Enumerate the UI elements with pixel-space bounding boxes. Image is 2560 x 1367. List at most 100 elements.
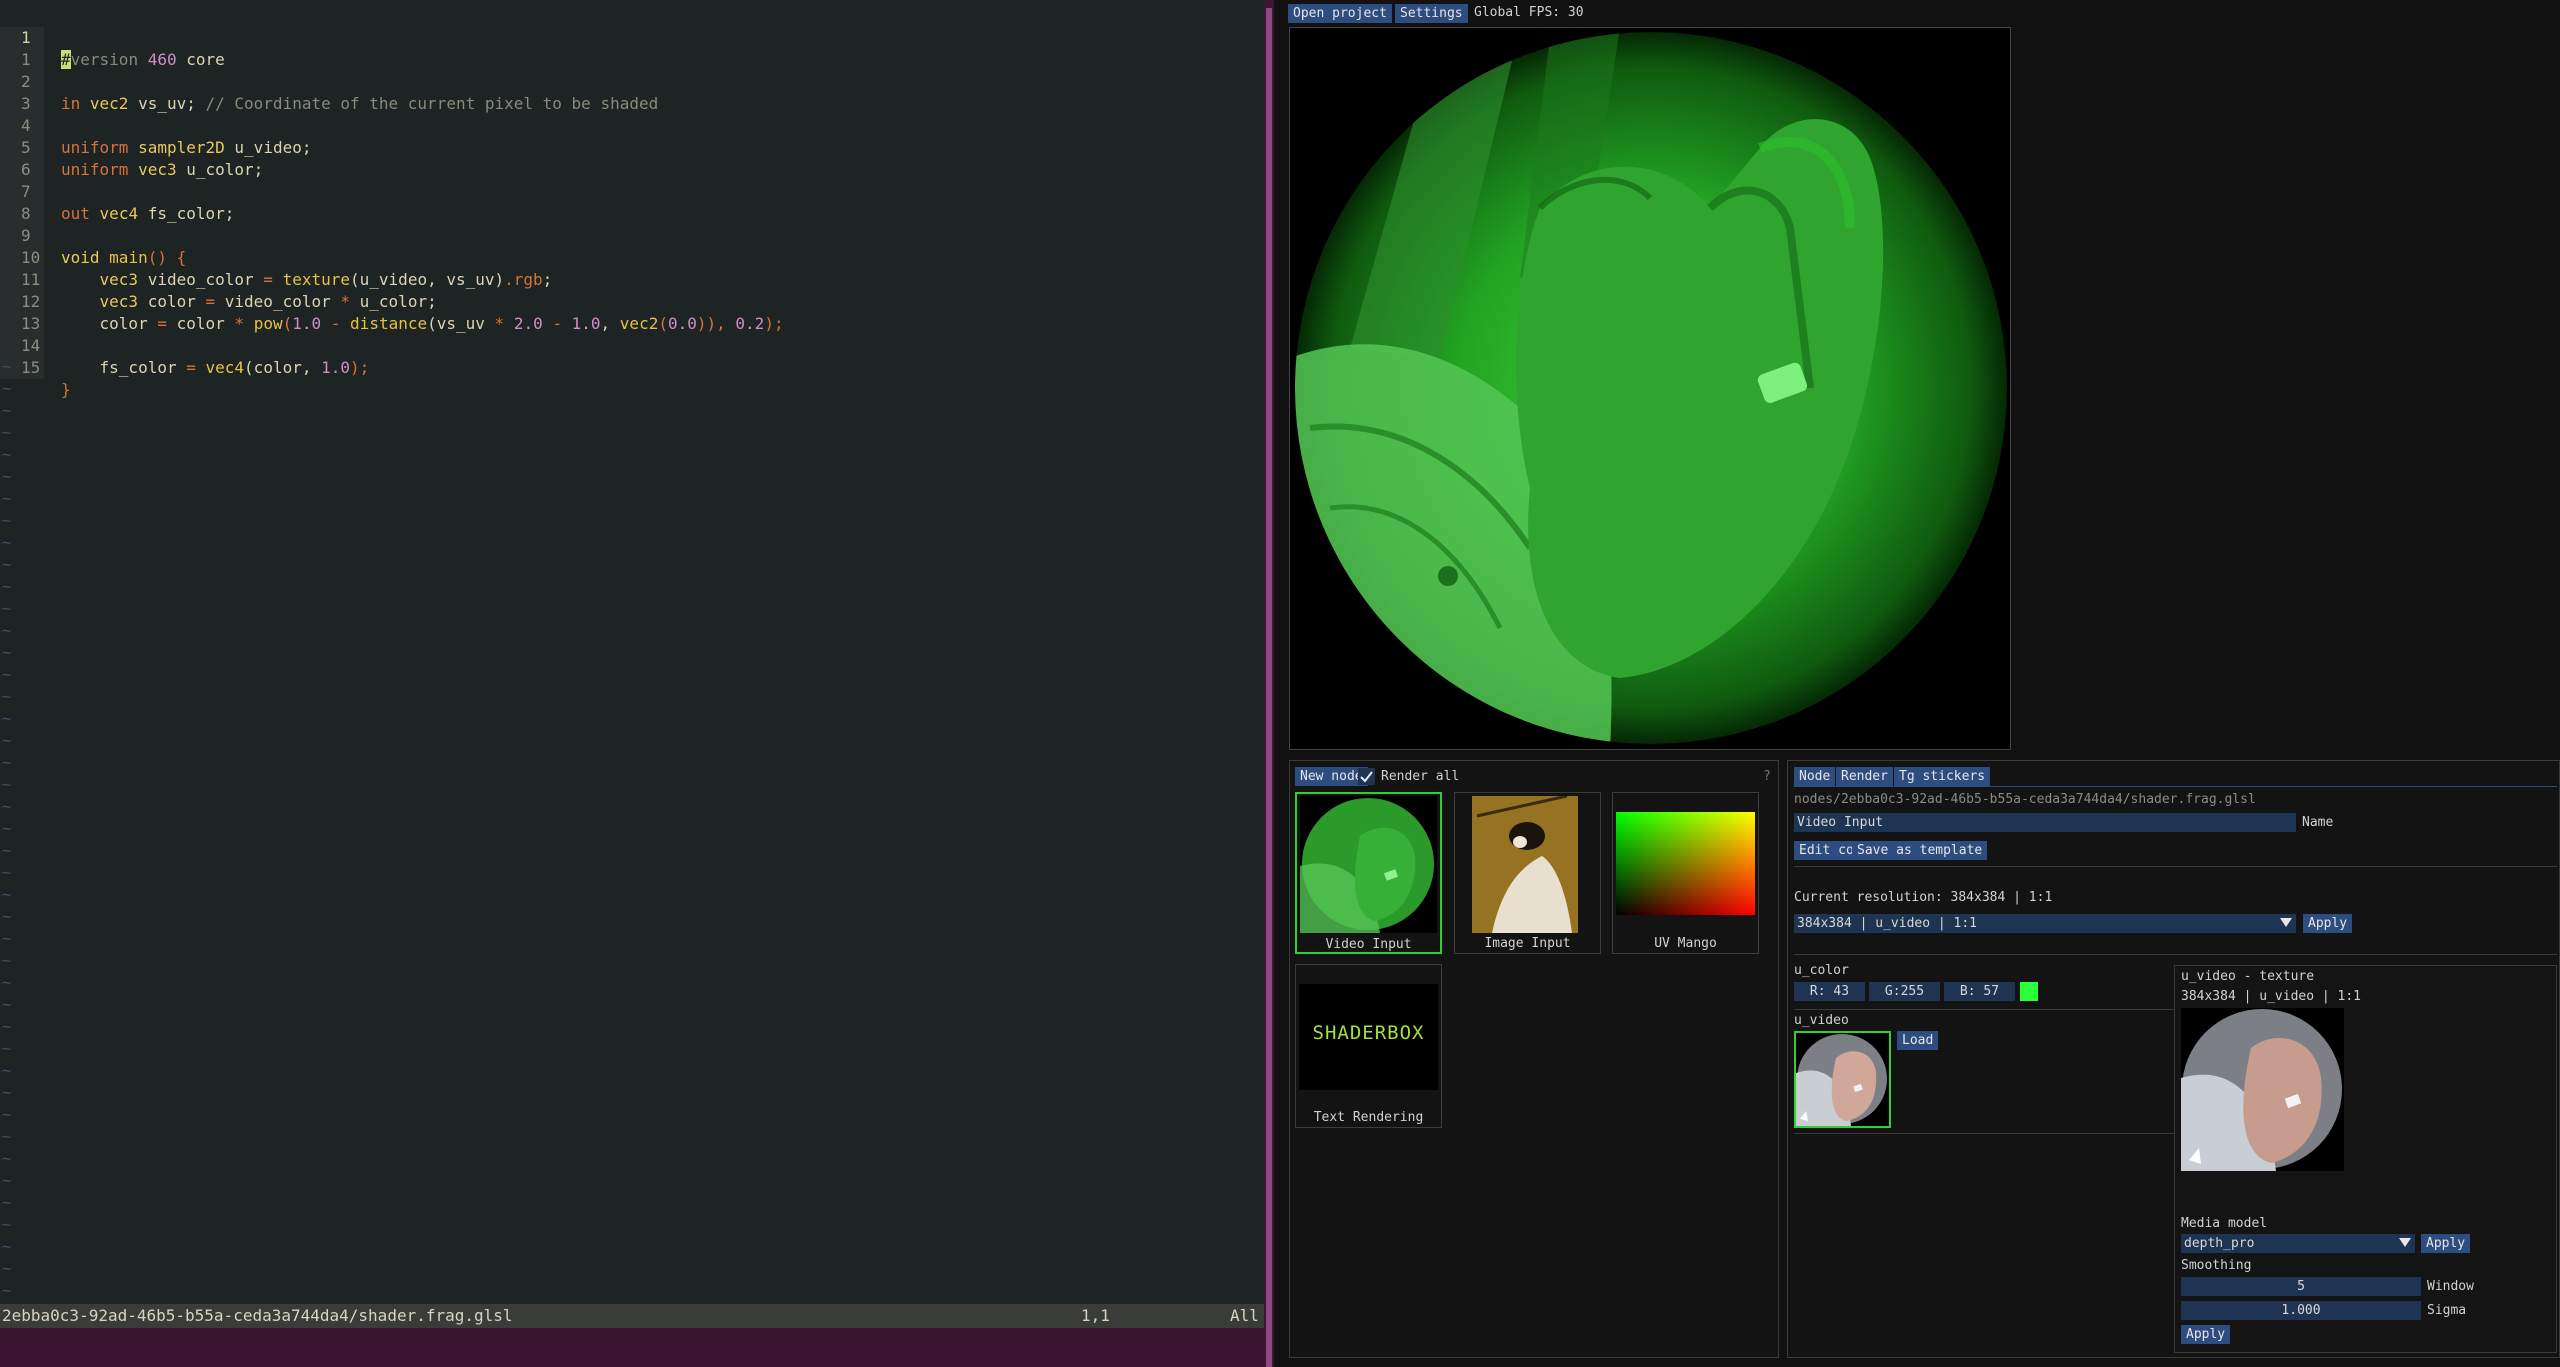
code-line: 4 uniform sampler2D u_video; (0, 93, 1264, 157)
code-line: 15 } (0, 335, 1264, 399)
tab-render[interactable]: Render (1836, 767, 1893, 786)
name-input[interactable]: Video Input (1794, 813, 2296, 832)
render-preview[interactable] (1289, 27, 2011, 750)
empty-line-tilde: ~ (2, 731, 12, 750)
empty-line-tilde: ~ (2, 1149, 12, 1168)
color-swatch[interactable] (2020, 982, 2038, 1001)
texture-preview (2181, 1008, 2344, 1171)
empty-line-tilde: ~ (2, 951, 12, 970)
splitter-handle[interactable] (1266, 8, 1272, 1367)
code-area[interactable]: 1 #version 460 core 1 2 in vec2 vs_uv; /… (0, 5, 1264, 399)
media-model-apply-button[interactable]: Apply (2421, 1234, 2471, 1253)
texture-panel-title: u_video - texture (2181, 969, 2315, 984)
node-thumbnail: SHADERBOX (1299, 984, 1438, 1090)
video-thumbnail-image (1796, 1034, 1887, 1126)
media-model-select[interactable]: depth_pro (2181, 1234, 2415, 1253)
status-cursor-position: 1,1 (1081, 1306, 1110, 1325)
shaderbox-logo-text: SHADERBOX (1312, 1022, 1425, 1044)
empty-line-tilde: ~ (2, 643, 12, 662)
empty-line-tilde: ~ (2, 555, 12, 574)
help-icon[interactable]: ? (1763, 769, 1771, 784)
window-splitter[interactable] (1264, 0, 1274, 1367)
empty-line-tilde: ~ (2, 577, 12, 596)
name-label: Name (2302, 815, 2334, 830)
node-tile-image-input[interactable]: Image Input (1454, 792, 1601, 954)
resolution-select[interactable]: 384x384 | u_video | 1:1 (1794, 914, 2296, 933)
code-line: 9 void main() { (0, 203, 1264, 267)
node-tile-text-rendering[interactable]: SHADERBOX Text Rendering (1295, 964, 1442, 1128)
node-caption: Text Rendering (1313, 1110, 1424, 1125)
node-thumbnail (1616, 812, 1755, 915)
empty-line-tilde: ~ (2, 907, 12, 926)
sigma-label: Sigma (2427, 1303, 2467, 1318)
empty-line-tilde: ~ (2, 621, 12, 640)
code-line: 11 vec3 color = video_color * u_color; (0, 247, 1264, 311)
color-r-field[interactable]: R: 43 (1794, 982, 1865, 1001)
tab-tg-stickers[interactable]: Tg stickers (1894, 767, 1991, 786)
shaderbox-app: Open project Settings Global FPS: 30 New… (1274, 0, 2560, 1367)
empty-line-tilde: ~ (2, 379, 12, 398)
node-path: nodes/2ebba0c3-92ad-46b5-b55a-ceda3a744d… (1794, 792, 2256, 807)
texture-info: 384x384 | u_video | 1:1 (2181, 989, 2362, 1004)
empty-line-tilde: ~ (2, 775, 12, 794)
render-all-checkbox[interactable] (1358, 768, 1375, 785)
settings-button[interactable]: Settings (1395, 4, 1468, 23)
empty-line-tilde: ~ (2, 357, 12, 376)
tab-node[interactable]: Node (1794, 767, 1836, 786)
command-line[interactable] (0, 1328, 1264, 1367)
empty-line-tilde: ~ (2, 709, 12, 728)
code-editor[interactable]: 1 #version 460 core 1 2 in vec2 vs_uv; /… (0, 0, 1264, 1367)
empty-line-tilde: ~ (2, 533, 12, 552)
texture-panel: u_video - texture 384x384 | u_video | 1:… (2174, 965, 2557, 1353)
separator (1794, 954, 2557, 955)
resolution-apply-button[interactable]: Apply (2303, 914, 2353, 933)
status-filename: 2ebba0c3-92ad-46b5-b55a-ceda3a744da4/sha… (2, 1306, 513, 1325)
checkmark-icon (1360, 771, 1373, 783)
u-video-label: u_video (1794, 1013, 1849, 1028)
global-fps: Global FPS: 30 (1474, 5, 1584, 20)
empty-line-tilde: ~ (2, 1105, 12, 1124)
node-tile-uv-mango[interactable]: UV Mango (1612, 792, 1759, 954)
code-line: 8 (0, 181, 1264, 225)
load-button[interactable]: Load (1897, 1031, 1939, 1050)
sigma-input[interactable]: 1.000 (2181, 1301, 2421, 1320)
code-line: 2 in vec2 vs_uv; // Coordinate of the cu… (0, 49, 1264, 113)
inspector-panel: Node Render Tg stickers nodes/2ebba0c3-9… (1787, 760, 2560, 1358)
empty-line-tilde: ~ (2, 1017, 12, 1036)
smoothing-apply-button[interactable]: Apply (2181, 1325, 2231, 1344)
empty-line-tilde: ~ (2, 797, 12, 816)
u-color-label: u_color (1794, 963, 1849, 978)
color-b-field[interactable]: B: 57 (1944, 982, 2015, 1001)
render-all-label: Render all (1381, 769, 1460, 784)
smoothing-label: Smoothing (2181, 1258, 2252, 1273)
empty-line-tilde: ~ (2, 1259, 12, 1278)
node-caption: UV Mango (1654, 936, 1717, 951)
empty-line-tilde: ~ (2, 753, 12, 772)
status-bar: 2ebba0c3-92ad-46b5-b55a-ceda3a744da4/sha… (0, 1304, 1264, 1328)
empty-line-tilde: ~ (2, 863, 12, 882)
nodes-panel: New node Render all ? Video Input Image … (1289, 760, 1779, 1358)
status-scroll: All (1230, 1306, 1259, 1325)
u-video-thumbnail[interactable] (1794, 1031, 1891, 1128)
empty-line-tilde: ~ (2, 1171, 12, 1190)
empty-line-tilde: ~ (2, 885, 12, 904)
texture-image (2181, 1009, 2342, 1171)
code-line: 3 (0, 71, 1264, 115)
new-node-button[interactable]: New node (1295, 767, 1368, 786)
node-tile-video-input[interactable]: Video Input (1295, 792, 1442, 954)
empty-line-tilde: ~ (2, 995, 12, 1014)
empty-line-tilde: ~ (2, 445, 12, 464)
empty-line-tilde: ~ (2, 599, 12, 618)
empty-line-tilde: ~ (2, 665, 12, 684)
window-input[interactable]: 5 (2181, 1277, 2421, 1296)
code-line: 1 #version 460 core (0, 5, 1264, 69)
empty-line-tilde: ~ (2, 1215, 12, 1234)
empty-line-tilde: ~ (2, 511, 12, 530)
open-project-button[interactable]: Open project (1288, 4, 1392, 23)
color-g-field[interactable]: G:255 (1869, 982, 1940, 1001)
empty-line-tilde: ~ (2, 687, 12, 706)
empty-line-tilde: ~ (2, 423, 12, 442)
empty-line-tilde: ~ (2, 1061, 12, 1080)
empty-line-tilde: ~ (2, 1281, 12, 1300)
save-as-template-button[interactable]: Save as template (1852, 841, 1988, 860)
